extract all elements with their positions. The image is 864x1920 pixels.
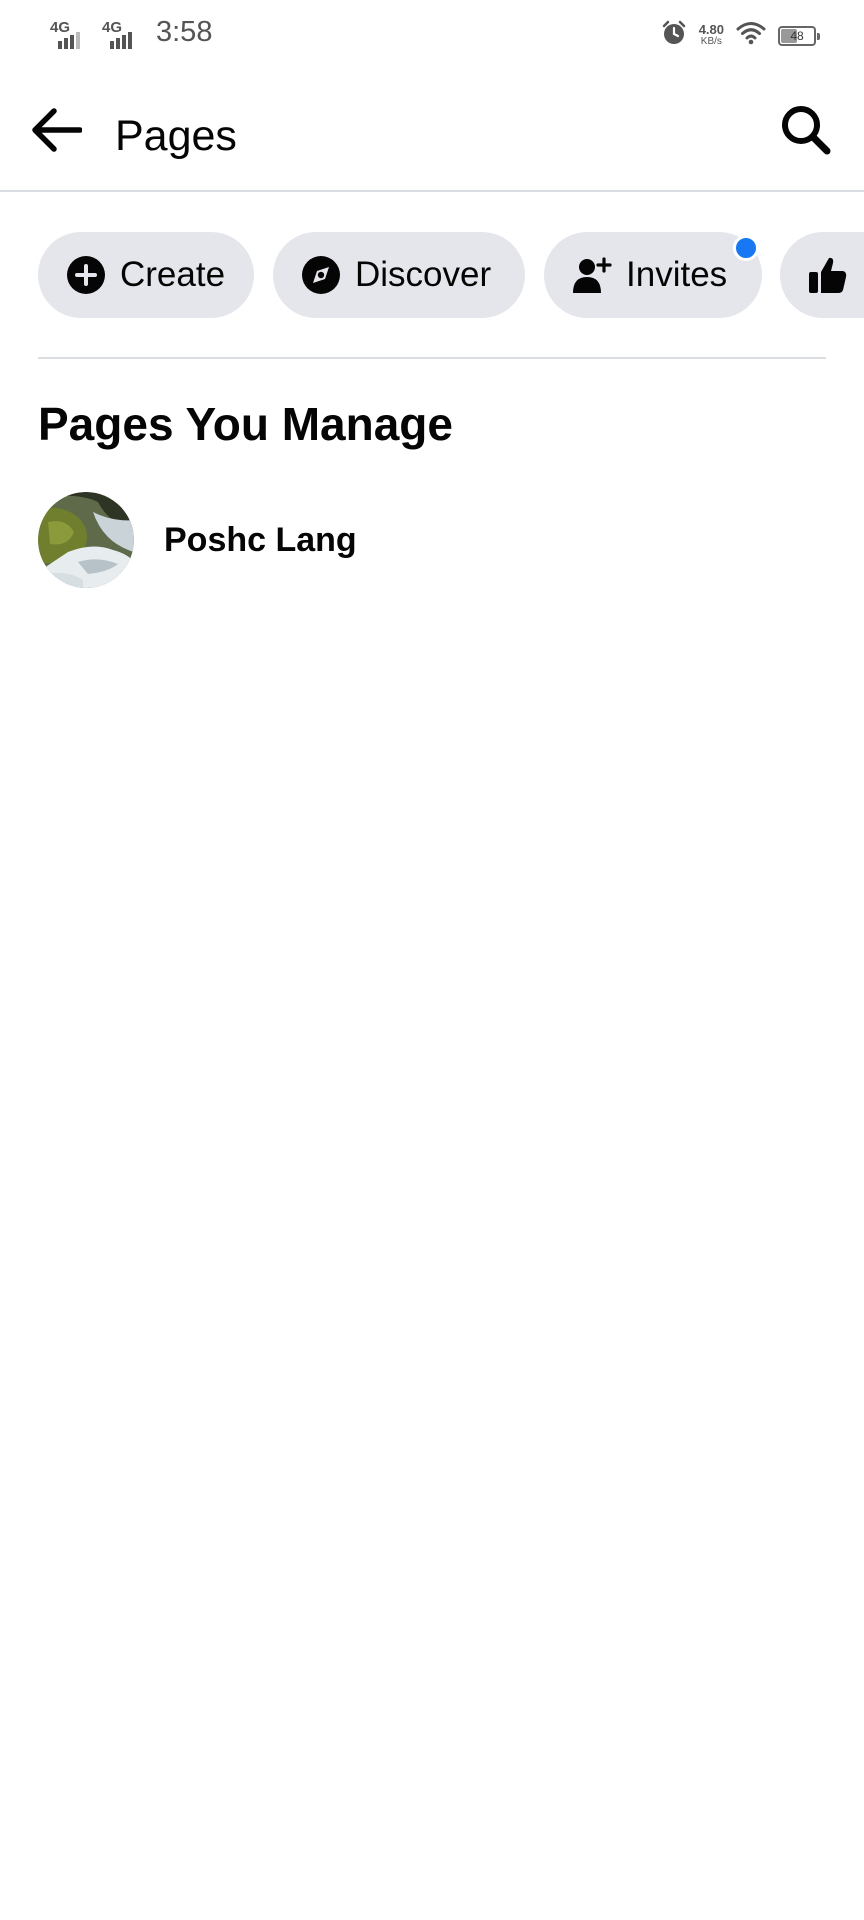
add-person-icon xyxy=(572,255,612,295)
search-button[interactable] xyxy=(776,102,836,162)
thumbs-up-icon xyxy=(808,255,848,295)
liked-pages-chip[interactable] xyxy=(780,232,864,318)
arrow-left-icon xyxy=(30,107,83,158)
page-title: Pages xyxy=(115,112,237,160)
page-name[interactable]: Poshc Lang xyxy=(164,521,357,560)
section-divider xyxy=(38,357,826,359)
wifi-icon xyxy=(736,21,766,50)
status-right: 4.80 KB/s 48 xyxy=(661,20,820,51)
network-speed: 4.80 KB/s xyxy=(698,21,724,48)
create-chip[interactable]: Create xyxy=(38,232,254,318)
network-speed-value: 4.80 xyxy=(698,21,724,37)
alarm-icon xyxy=(661,20,687,51)
back-button[interactable] xyxy=(26,102,86,162)
status-time: 3:58 xyxy=(156,16,213,48)
search-icon xyxy=(780,104,832,161)
network-speed-unit: KB/s xyxy=(700,35,722,47)
create-chip-label: Create xyxy=(120,255,226,294)
discover-chip[interactable]: Discover xyxy=(273,232,525,318)
status-left: 4G 4G 3:58 xyxy=(50,16,212,49)
signal-bars-icon xyxy=(58,31,80,49)
discover-chip-label: Discover xyxy=(355,255,492,294)
section-title: Pages You Manage xyxy=(38,398,453,450)
signal-2: 4G xyxy=(102,17,142,49)
plus-circle-icon xyxy=(66,255,106,295)
app-header: Pages xyxy=(0,72,864,192)
managed-page-item[interactable]: Poshc Lang xyxy=(38,492,826,588)
signal-bars-icon xyxy=(110,31,132,49)
invites-chip-label: Invites xyxy=(626,255,728,294)
page-avatar[interactable] xyxy=(38,492,134,588)
signal-1: 4G xyxy=(50,17,90,49)
invites-notification-dot xyxy=(733,235,759,261)
battery-icon: 48 xyxy=(778,25,820,46)
compass-icon xyxy=(301,255,341,295)
battery-percent: 48 xyxy=(790,28,804,43)
invites-chip[interactable]: Invites xyxy=(544,232,762,318)
status-bar: 4G 4G 3:58 4.80 KB/s 48 xyxy=(0,0,864,72)
